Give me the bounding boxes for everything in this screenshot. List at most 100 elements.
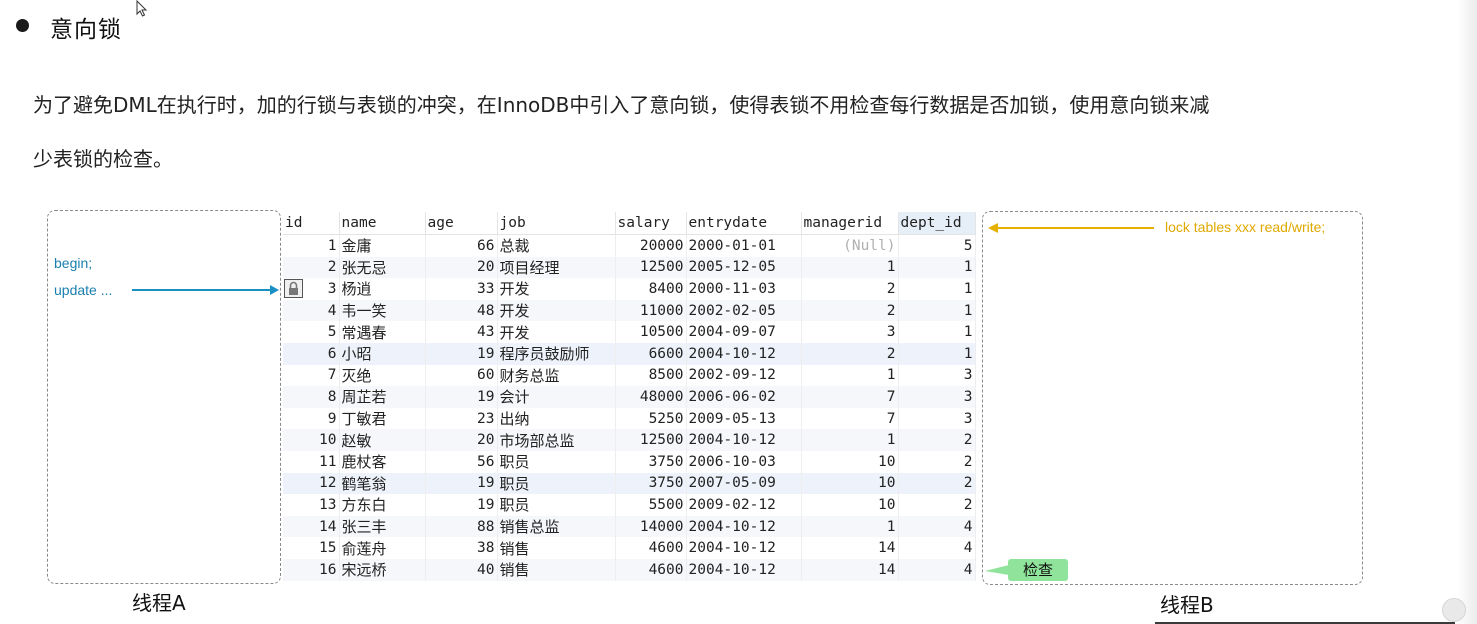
cell-age[interactable]: 38 <box>425 537 498 559</box>
cell-name[interactable]: 方东白 <box>339 494 426 516</box>
cell-entrydate[interactable]: 2009-02-12 <box>686 494 802 516</box>
cell-dept-id[interactable]: 3 <box>898 407 976 430</box>
cell-entrydate[interactable]: 2002-09-12 <box>686 364 802 387</box>
cell-salary[interactable]: 14000 <box>615 515 687 538</box>
cell-managerid[interactable]: 10 <box>801 472 899 495</box>
cell-salary[interactable]: 6600 <box>615 342 687 365</box>
cell-id[interactable]: 3 <box>283 278 340 300</box>
cell-age[interactable]: 60 <box>425 364 498 387</box>
cell-dept-id[interactable]: 4 <box>898 558 976 581</box>
cell-managerid[interactable]: 2 <box>801 278 899 300</box>
cell-id[interactable]: 11 <box>283 450 340 473</box>
cell-job[interactable]: 销售 <box>497 537 616 559</box>
cell-age[interactable]: 88 <box>425 515 498 538</box>
cell-age[interactable]: 23 <box>425 407 498 430</box>
cell-entrydate[interactable]: 2004-10-12 <box>686 429 802 451</box>
cell-job[interactable]: 开发 <box>497 299 616 322</box>
cell-job[interactable]: 市场部总监 <box>497 429 616 451</box>
cell-age[interactable]: 20 <box>425 429 498 451</box>
cell-name[interactable]: 丁敏君 <box>339 407 426 430</box>
cell-managerid[interactable]: 10 <box>801 450 899 473</box>
cell-job[interactable]: 程序员鼓励师 <box>497 342 616 365</box>
cell-age[interactable]: 19 <box>425 494 498 516</box>
cell-id[interactable]: 8 <box>283 386 340 408</box>
cell-entrydate[interactable]: 2004-10-12 <box>686 537 802 559</box>
cell-dept-id[interactable]: 1 <box>898 278 976 300</box>
cell-dept-id[interactable]: 5 <box>898 234 976 257</box>
cell-salary[interactable]: 11000 <box>615 299 687 322</box>
cell-job[interactable]: 销售 <box>497 558 616 581</box>
cell-job[interactable]: 出纳 <box>497 407 616 430</box>
cell-id[interactable]: 12 <box>283 472 340 495</box>
cell-name[interactable]: 鹿杖客 <box>339 450 426 473</box>
column-header[interactable]: name <box>339 212 426 235</box>
cell-job[interactable]: 职员 <box>497 450 616 473</box>
cell-entrydate[interactable]: 2000-11-03 <box>686 278 802 300</box>
cell-entrydate[interactable]: 2004-10-12 <box>686 342 802 365</box>
cell-entrydate[interactable]: 2006-10-03 <box>686 450 802 473</box>
table-row[interactable]: 8 周芷若 19 会计 48000 2006-06-02 7 3 <box>283 386 976 408</box>
cell-id[interactable]: 16 <box>283 558 340 581</box>
table-row[interactable]: 12 鹤笔翁 19 职员 3750 2007-05-09 10 2 <box>283 472 976 495</box>
cell-id[interactable]: 2 <box>283 256 340 279</box>
cell-name[interactable]: 小昭 <box>339 342 426 365</box>
cell-job[interactable]: 销售总监 <box>497 515 616 538</box>
cell-id[interactable]: 9 <box>283 407 340 430</box>
cell-age[interactable]: 20 <box>425 256 498 279</box>
corner-ring-icon[interactable] <box>1442 598 1466 622</box>
cell-dept-id[interactable]: 1 <box>898 256 976 279</box>
table-row[interactable]: 7 灭绝 60 财务总监 8500 2002-09-12 1 3 <box>283 364 976 387</box>
cell-job[interactable]: 会计 <box>497 386 616 408</box>
cell-age[interactable]: 66 <box>425 234 498 257</box>
cell-managerid[interactable]: 7 <box>801 407 899 430</box>
cell-job[interactable]: 职员 <box>497 472 616 495</box>
cell-entrydate[interactable]: 2004-10-12 <box>686 515 802 538</box>
cell-entrydate[interactable]: 2002-02-05 <box>686 299 802 322</box>
cell-name[interactable]: 张三丰 <box>339 515 426 538</box>
cell-salary[interactable]: 5250 <box>615 407 687 430</box>
cell-entrydate[interactable]: 2004-10-12 <box>686 558 802 581</box>
cell-salary[interactable]: 5500 <box>615 494 687 516</box>
cell-id[interactable]: 13 <box>283 494 340 516</box>
cell-managerid[interactable]: 1 <box>801 364 899 387</box>
table-row[interactable]: 11 鹿杖客 56 职员 3750 2006-10-03 10 2 <box>283 450 976 473</box>
table-row[interactable]: 10 赵敏 20 市场部总监 12500 2004-10-12 1 2 <box>283 429 976 451</box>
cell-managerid[interactable]: 2 <box>801 342 899 365</box>
cell-name[interactable]: 赵敏 <box>339 429 426 451</box>
cell-dept-id[interactable]: 2 <box>898 429 976 451</box>
cell-age[interactable]: 33 <box>425 278 498 300</box>
table-row[interactable]: 6 小昭 19 程序员鼓励师 6600 2004-10-12 2 1 <box>283 342 976 365</box>
cell-job[interactable]: 项目经理 <box>497 256 616 279</box>
cell-name[interactable]: 鹤笔翁 <box>339 472 426 495</box>
cell-salary[interactable]: 4600 <box>615 558 687 581</box>
cell-age[interactable]: 19 <box>425 472 498 495</box>
column-header[interactable]: entrydate <box>686 212 802 235</box>
cell-id[interactable]: 7 <box>283 364 340 387</box>
cell-entrydate[interactable]: 2000-01-01 <box>686 234 802 257</box>
cell-name[interactable]: 韦一笑 <box>339 299 426 322</box>
table-row[interactable]: 2 张无忌 20 项目经理 12500 2005-12-05 1 1 <box>283 256 976 279</box>
cell-entrydate[interactable]: 2004-09-07 <box>686 321 802 343</box>
cell-id[interactable]: 4 <box>283 299 340 322</box>
table-row[interactable]: 13 方东白 19 职员 5500 2009-02-12 10 2 <box>283 494 976 516</box>
cell-salary[interactable]: 10500 <box>615 321 687 343</box>
cell-name[interactable]: 张无忌 <box>339 256 426 279</box>
cell-entrydate[interactable]: 2009-05-13 <box>686 407 802 430</box>
cell-dept-id[interactable]: 3 <box>898 386 976 408</box>
cell-managerid[interactable]: 14 <box>801 537 899 559</box>
cell-managerid[interactable]: 2 <box>801 299 899 322</box>
table-row[interactable]: 9 丁敏君 23 出纳 5250 2009-05-13 7 3 <box>283 407 976 430</box>
cell-age[interactable]: 19 <box>425 342 498 365</box>
table-row[interactable]: 4 韦一笑 48 开发 11000 2002-02-05 2 1 <box>283 299 976 322</box>
cell-dept-id[interactable]: 1 <box>898 299 976 322</box>
cell-salary[interactable]: 12500 <box>615 429 687 451</box>
cell-id[interactable]: 6 <box>283 342 340 365</box>
cell-dept-id[interactable]: 2 <box>898 494 976 516</box>
cell-age[interactable]: 40 <box>425 558 498 581</box>
cell-dept-id[interactable]: 1 <box>898 342 976 365</box>
cell-name[interactable]: 灭绝 <box>339 364 426 387</box>
table-row[interactable]: 1 金庸 66 总裁 20000 2000-01-01 (Null) 5 <box>283 234 976 257</box>
cell-salary[interactable]: 8400 <box>615 278 687 300</box>
cell-dept-id[interactable]: 4 <box>898 515 976 538</box>
cell-id[interactable]: 10 <box>283 429 340 451</box>
